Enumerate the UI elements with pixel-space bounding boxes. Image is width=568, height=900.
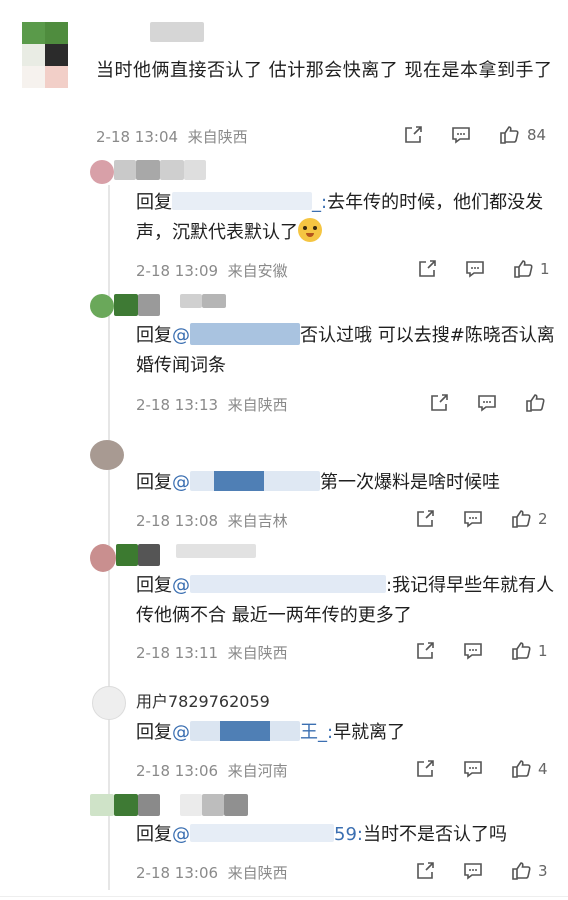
doge-emoji-icon [298, 218, 322, 242]
reply-avatar[interactable] [90, 544, 116, 572]
comment-icon[interactable] [462, 758, 484, 780]
reply-username-redacted [114, 294, 138, 316]
like-icon[interactable] [512, 258, 534, 280]
main-avatar[interactable] [22, 22, 68, 88]
like-icon[interactable] [510, 640, 532, 662]
main-comment-time: 2-18 13:04 来自陕西 [96, 128, 248, 146]
reply-avatar[interactable] [90, 294, 114, 318]
like-count: 1 [538, 642, 548, 660]
reply-username-redacted [116, 544, 138, 566]
comment-icon[interactable] [462, 860, 484, 882]
reply-username[interactable]: 用户7829762059 [136, 688, 270, 712]
bottom-divider [0, 896, 568, 897]
share-icon[interactable] [402, 124, 424, 146]
reply-time: 2-18 13:13 来自陕西 [136, 396, 288, 414]
comment-icon[interactable] [476, 392, 498, 414]
main-comment-text: 当时他俩直接否认了 估计那会快离了 现在是本拿到手了 [96, 60, 553, 81]
comment-icon[interactable] [464, 258, 486, 280]
like-count: 4 [538, 760, 548, 778]
like-count: 3 [538, 862, 548, 880]
like-icon[interactable] [524, 392, 546, 414]
comment-icon[interactable] [462, 508, 484, 530]
reply-time: 2-18 13:06 来自陕西 [136, 864, 288, 882]
reply-text: 回复 _:去年传的时候，他们都没发声，沉默代表默认了 [136, 192, 544, 243]
reply-avatar[interactable] [90, 160, 114, 184]
main-username-redacted [150, 22, 204, 42]
share-icon[interactable] [416, 258, 438, 280]
like-count: 84 [527, 126, 547, 144]
share-icon[interactable] [414, 860, 436, 882]
reply-time: 2-18 13:09 来自安徽 [136, 262, 288, 280]
reply-time: 2-18 13:08 来自吉林 [136, 512, 288, 530]
reply-text: 回复@ 否认过哦 可以去搜#陈晓否认离婚传闻词条 [136, 323, 555, 376]
comment-icon[interactable] [450, 124, 472, 146]
reply-avatar[interactable] [90, 794, 114, 816]
share-icon[interactable] [414, 508, 436, 530]
like-icon[interactable] [510, 508, 532, 530]
reply-avatar[interactable] [90, 440, 124, 470]
like-icon[interactable] [510, 860, 532, 882]
reply-text: 回复@ 59:当时不是否认了吗 [136, 824, 507, 845]
comment-icon[interactable] [462, 640, 484, 662]
like-count: 1 [540, 260, 550, 278]
reply-time: 2-18 13:11 来自陕西 [136, 644, 288, 662]
reply-text: 回复@ 王_:早就离了 [136, 721, 406, 743]
reply-text: 回复@ 第一次爆料是啥时候哇 [136, 471, 500, 493]
like-icon[interactable] [498, 124, 520, 146]
like-icon[interactable] [510, 758, 532, 780]
reply-username-redacted [114, 794, 138, 816]
thread-line [108, 185, 110, 890]
reply-time: 2-18 13:06 来自河南 [136, 762, 288, 780]
like-count: 2 [538, 510, 548, 528]
share-icon[interactable] [414, 640, 436, 662]
share-icon[interactable] [428, 392, 450, 414]
reply-username-redacted [114, 160, 136, 180]
reply-avatar[interactable] [92, 686, 126, 720]
share-icon[interactable] [414, 758, 436, 780]
reply-text: 回复@:我记得早些年就有人传他俩不合 最近一两年传的更多了 [136, 575, 555, 626]
